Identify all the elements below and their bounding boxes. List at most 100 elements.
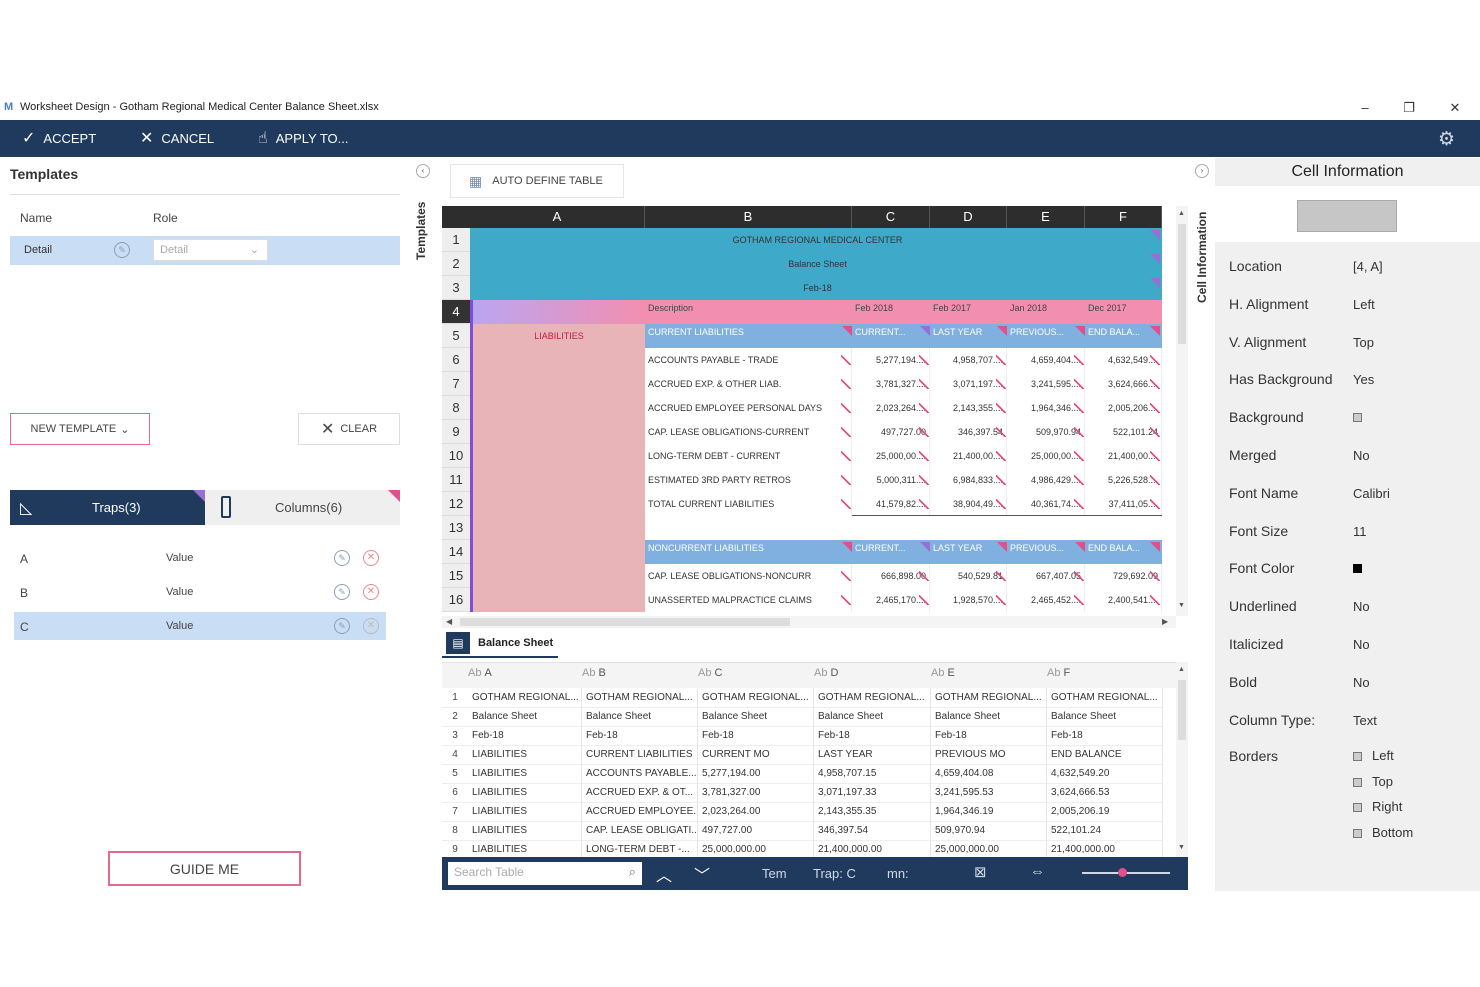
column-header[interactable]: F [1085,206,1162,228]
scroll-thumb[interactable] [460,618,790,626]
table-cell[interactable]: 21,400,000.00 [814,840,931,857]
row-header[interactable]: 11 [442,468,470,492]
section-cell[interactable]: CURRENT... [852,540,930,556]
section-cell[interactable]: LAST YEAR [930,324,1007,340]
table-cell[interactable]: LIABILITIES [468,745,582,765]
data-table[interactable]: Ab A Ab B Ab C Ab D Ab E Ab F 1 GOTHAM REGIONAL... GO… [442,662,1176,857]
edit-icon[interactable]: ✎ [334,618,350,634]
data-cell[interactable]: CAP. LEASE OBLIGATIONS-NONCURR [645,564,840,588]
table-cell[interactable]: 2,023,264.00 [698,802,814,822]
row-header[interactable]: 15 [442,564,470,588]
data-table-column-header[interactable]: Ab C [698,667,814,679]
row-header[interactable]: 13 [442,516,470,540]
table-cell[interactable]: Feb-18 [582,726,698,746]
search-icon[interactable]: ⌕ [629,864,636,880]
table-cell[interactable]: 3,071,197.33 [814,783,931,803]
apply-to-button[interactable]: ☝ APPLY TO... [258,120,349,157]
sheet-tab[interactable]: ▤ Balance Sheet [442,630,558,658]
table-cell[interactable]: LIABILITIES [468,840,582,857]
row-header[interactable]: 8 [442,396,470,420]
table-cell[interactable]: GOTHAM REGIONAL... [814,688,931,708]
border-checkbox[interactable] [1353,829,1362,839]
vertical-scrollbar[interactable]: ▲ ▼ [1176,206,1188,616]
table-cell[interactable]: ACCRUED EXP. & OT... [582,783,698,803]
table-cell[interactable]: Balance Sheet [698,707,814,727]
table-cell[interactable]: LONG-TERM DEBT -... [582,840,698,857]
scroll-right-icon[interactable]: ▶ [1162,617,1168,626]
row-header[interactable]: 12 [442,492,470,516]
table-cell[interactable]: 5,277,194.00 [698,764,814,784]
data-table-column-header[interactable]: Ab E [931,667,1047,679]
section-cell[interactable]: LAST YEAR [930,540,1007,556]
chevron-down-icon[interactable]: ﹀ [694,862,710,886]
collapse-right-icon[interactable]: › [1195,164,1209,178]
table-cell[interactable]: Feb-18 [931,726,1047,746]
table-cell[interactable]: CURRENT MO [698,745,814,765]
table-cell[interactable]: 25,000,000.00 [931,840,1047,857]
tab-columns[interactable]: Columns(6) [205,490,400,525]
data-cell[interactable]: ACCOUNTS PAYABLE - TRADE [645,348,840,372]
row-header[interactable]: 16 [442,588,470,612]
templates-side-label[interactable]: Templates [414,188,428,260]
gear-icon[interactable]: ⚙ [1438,128,1455,151]
excel-icon[interactable]: ⊠ [974,863,987,881]
trap-row[interactable]: B Value ✎ ✕ [14,578,386,606]
table-cell[interactable]: 346,397.54 [814,821,931,841]
table-cell[interactable]: 2,005,206.19 [1047,802,1163,822]
header-cell[interactable]: Feb 2018 [852,300,930,316]
row-header[interactable]: 7 [442,372,470,396]
scroll-up-icon[interactable]: ▲ [1178,210,1185,217]
edit-icon[interactable]: ✎ [334,550,350,566]
section-cell[interactable]: CURRENT LIABILITIES [645,324,852,340]
table-cell[interactable]: END BALANCE [1047,745,1163,765]
column-header[interactable]: A [470,206,645,228]
section-cell[interactable]: CURRENT... [852,324,930,340]
close-button[interactable]: ✕ [1440,98,1470,118]
table-cell[interactable]: Balance Sheet [931,707,1047,727]
minimize-button[interactable]: – [1350,98,1380,118]
tab-traps[interactable]: ◺ Traps(3) [10,490,205,525]
scroll-down-icon[interactable]: ▼ [1178,844,1185,851]
table-cell[interactable]: 4,958,707.15 [814,764,931,784]
section-cell[interactable]: PREVIOUS... [1007,324,1085,340]
cancel-button[interactable]: ✕ CANCEL [140,120,214,157]
border-checkbox[interactable] [1353,752,1362,761]
data-cell[interactable]: ACCRUED EMPLOYEE PERSONAL DAYS [645,396,840,420]
new-template-button[interactable]: NEW TEMPLATE ⌄ [10,413,150,445]
delete-icon[interactable]: ✕ [363,584,379,600]
table-cell[interactable]: 3,781,327.00 [698,783,814,803]
column-header[interactable]: D [930,206,1007,228]
row-header[interactable]: 9 [442,420,470,444]
table-cell[interactable]: 4,659,404.08 [931,764,1047,784]
horizontal-scrollbar[interactable]: ◀ ▶ [442,616,1176,628]
spreadsheet[interactable]: A B C D E F 1 2 3 4 5 6 7 8 9 10 11 12 13 14 15 16 GOTH… [442,206,1176,616]
row-header[interactable]: 6 [442,348,470,372]
table-cell[interactable]: 4,632,549.20 [1047,764,1163,784]
fit-width-icon[interactable]: ⇔ [1030,863,1045,880]
table-cell[interactable]: GOTHAM REGIONAL... [1047,688,1163,708]
data-cell[interactable]: TOTAL CURRENT LIABILITIES [645,492,840,516]
column-header[interactable]: C [852,206,930,228]
edit-icon[interactable]: ✎ [334,584,350,600]
section-cell[interactable]: PREVIOUS... [1007,540,1085,556]
guide-me-button[interactable]: GUIDE ME [108,851,301,886]
search-input[interactable]: Search Table ⌕ [448,862,642,885]
table-cell[interactable]: GOTHAM REGIONAL... [468,688,582,708]
table-cell[interactable]: 1,964,346.19 [931,802,1047,822]
table-cell[interactable]: Feb-18 [814,726,931,746]
table-cell[interactable]: GOTHAM REGIONAL... [931,688,1047,708]
collapse-left-icon[interactable]: ‹ [416,164,430,178]
cell-info-side-label[interactable]: Cell Information [1195,188,1209,303]
data-cell[interactable]: UNASSERTED MALPRACTICE CLAIMS [645,588,840,612]
header-cell[interactable]: Jan 2018 [1007,300,1085,316]
table-vertical-scrollbar[interactable]: ▲ ▼ [1176,662,1188,857]
scroll-thumb[interactable] [1178,224,1186,344]
table-cell[interactable]: CAP. LEASE OBLIGATI... [582,821,698,841]
zoom-slider-handle[interactable] [1118,868,1127,877]
role-select[interactable]: Detail ⌄ [153,239,268,261]
data-table-column-header[interactable]: Ab B [582,667,698,679]
header-cell[interactable]: Description [645,300,852,316]
header-cell[interactable]: Dec 2017 [1085,300,1162,316]
section-cell[interactable]: NONCURRENT LIABILITIES [645,540,852,556]
scroll-left-icon[interactable]: ◀ [446,617,452,626]
